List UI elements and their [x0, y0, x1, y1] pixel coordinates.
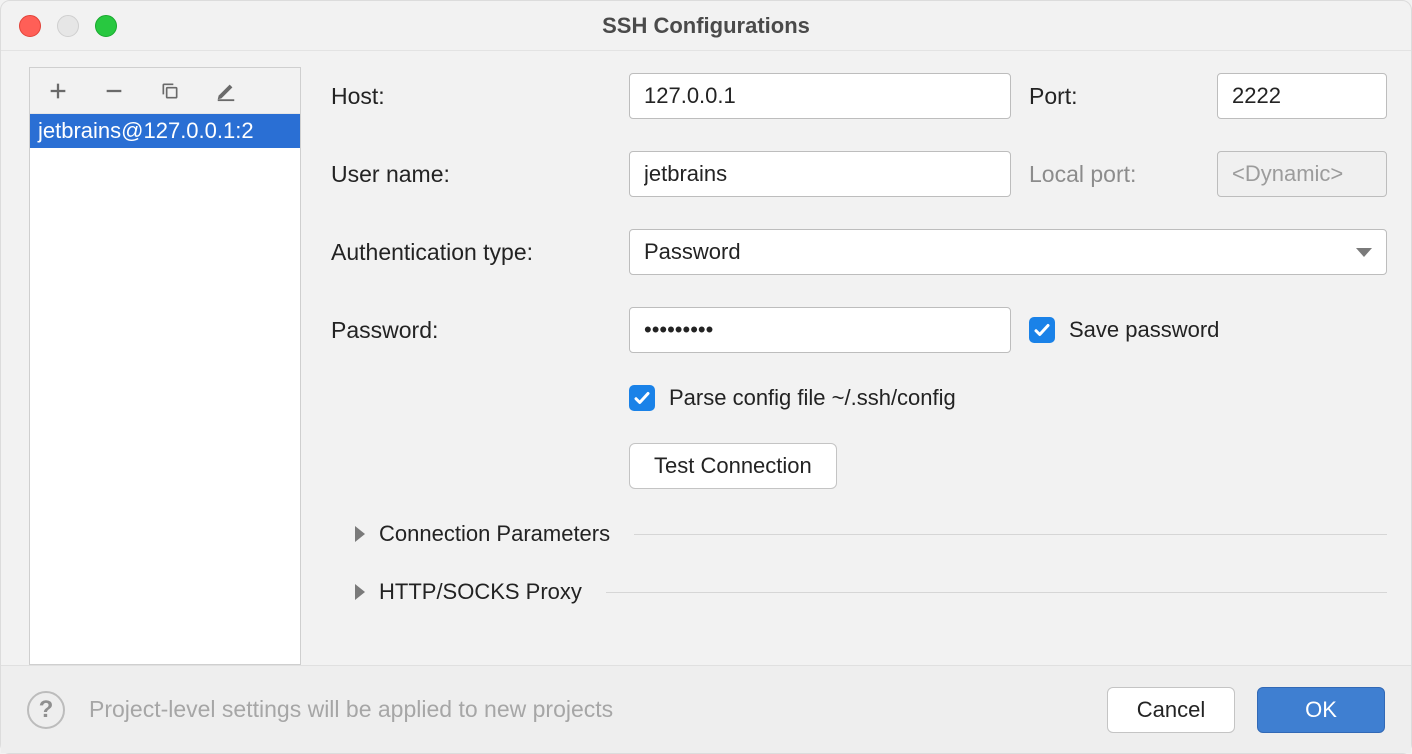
copy-icon[interactable]	[156, 77, 184, 105]
window-controls	[19, 15, 117, 37]
checkbox-checked-icon	[629, 385, 655, 411]
config-item[interactable]: jetbrains@127.0.0.1:2	[30, 114, 300, 148]
divider	[606, 592, 1387, 593]
username-label: User name:	[331, 161, 611, 188]
connection-parameters-section[interactable]: Connection Parameters	[331, 521, 1387, 547]
edit-icon[interactable]	[212, 77, 240, 105]
help-icon[interactable]: ?	[27, 691, 65, 729]
minimize-icon[interactable]	[57, 15, 79, 37]
chevron-right-icon	[355, 526, 365, 542]
parse-config-label: Parse config file ~/.ssh/config	[669, 385, 956, 411]
config-form: Host: Port: User name: Local port: Authe…	[301, 63, 1387, 665]
auth-type-select[interactable]: Password	[629, 229, 1387, 275]
connection-parameters-label: Connection Parameters	[379, 521, 610, 547]
chevron-down-icon	[1356, 248, 1372, 257]
config-sidebar: jetbrains@127.0.0.1:2	[29, 67, 301, 665]
username-input[interactable]	[629, 151, 1011, 197]
checkbox-checked-icon	[1029, 317, 1055, 343]
save-password-label: Save password	[1069, 317, 1219, 343]
config-list: jetbrains@127.0.0.1:2	[30, 114, 300, 664]
port-input[interactable]	[1217, 73, 1387, 119]
auth-type-label: Authentication type:	[331, 239, 611, 266]
save-password-checkbox[interactable]: Save password	[1029, 307, 1387, 353]
test-connection-button[interactable]: Test Connection	[629, 443, 837, 489]
host-input[interactable]	[629, 73, 1011, 119]
proxy-label: HTTP/SOCKS Proxy	[379, 579, 582, 605]
zoom-icon[interactable]	[95, 15, 117, 37]
local-port-label: Local port:	[1029, 161, 1199, 188]
host-label: Host:	[331, 83, 611, 110]
footer-hint: Project-level settings will be applied t…	[89, 696, 613, 723]
port-label: Port:	[1029, 83, 1199, 110]
close-icon[interactable]	[19, 15, 41, 37]
content-area: jetbrains@127.0.0.1:2 Host: Port: User n…	[1, 51, 1411, 665]
password-input[interactable]	[629, 307, 1011, 353]
titlebar: SSH Configurations	[1, 1, 1411, 51]
divider	[634, 534, 1387, 535]
remove-icon[interactable]	[100, 77, 128, 105]
parse-config-checkbox[interactable]: Parse config file ~/.ssh/config	[629, 385, 1387, 411]
add-icon[interactable]	[44, 77, 72, 105]
sidebar-toolbar	[30, 68, 300, 114]
chevron-right-icon	[355, 584, 365, 600]
ok-button[interactable]: OK	[1257, 687, 1385, 733]
cancel-button[interactable]: Cancel	[1107, 687, 1235, 733]
password-label: Password:	[331, 317, 611, 344]
ssh-configurations-window: SSH Configurations jetbrains@127.0.0.1:2	[0, 0, 1412, 754]
proxy-section[interactable]: HTTP/SOCKS Proxy	[331, 579, 1387, 605]
window-title: SSH Configurations	[1, 13, 1411, 39]
dialog-footer: ? Project-level settings will be applied…	[1, 665, 1411, 753]
local-port-input	[1217, 151, 1387, 197]
auth-type-value: Password	[644, 239, 741, 265]
